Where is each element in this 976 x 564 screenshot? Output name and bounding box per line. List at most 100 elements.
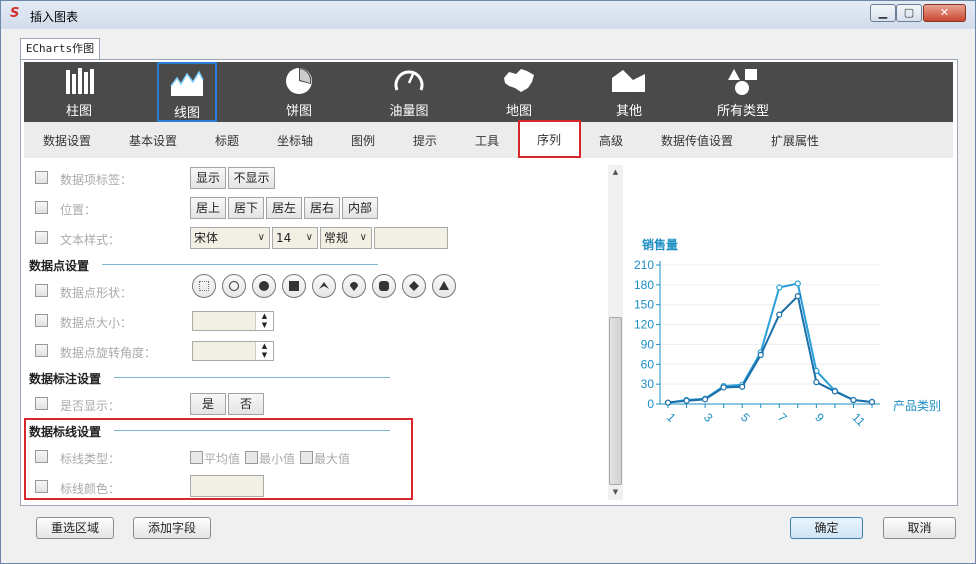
point-rotate-checkbox[interactable]: [35, 344, 48, 357]
point-shape-checkbox[interactable]: [35, 284, 48, 297]
circle-icon: [259, 281, 269, 291]
chart-type-bar: 柱图 线图 饼图 油量图 地图 其他 所有类型: [24, 62, 953, 122]
point-rotate-stepper[interactable]: ▲ ▼: [192, 341, 274, 361]
tab-title[interactable]: 标题: [215, 132, 239, 149]
maximize-button[interactable]: ▢: [896, 4, 922, 22]
position-bottom-button[interactable]: 居下: [228, 197, 264, 219]
markline-color-picker[interactable]: [190, 475, 264, 497]
shape-triangle-button[interactable]: [432, 274, 456, 298]
no-button[interactable]: 否: [228, 393, 264, 415]
tab-extended[interactable]: 扩展属性: [771, 132, 819, 149]
y-tick-label: 30: [641, 377, 655, 391]
average-checkbox[interactable]: [190, 451, 203, 464]
chart-type-map[interactable]: 地图: [479, 62, 559, 122]
ok-button[interactable]: 确定: [790, 517, 863, 539]
font-select[interactable]: 宋体 ∨: [190, 227, 270, 249]
other-chart-icon: [612, 70, 645, 92]
y-tick-label: 180: [634, 278, 654, 292]
chart-type-line-chart[interactable]: 线图: [157, 62, 217, 122]
shape-rect-button[interactable]: [282, 274, 306, 298]
markline-color-label: 标线颜色：: [60, 482, 121, 496]
data-point: [664, 399, 672, 406]
point-size-stepper[interactable]: ▲ ▼: [192, 311, 274, 331]
chart-type-gauge[interactable]: 油量图: [369, 62, 449, 122]
font-color-picker[interactable]: [374, 227, 448, 249]
text-style-checkbox[interactable]: [35, 231, 48, 244]
tab-advanced[interactable]: 高级: [599, 132, 623, 149]
chart-type-all[interactable]: 所有类型: [698, 62, 788, 122]
cancel-button[interactable]: 取消: [883, 517, 956, 539]
min-checkbox[interactable]: [245, 451, 258, 464]
text-style-label: 文本样式：: [60, 233, 121, 247]
section-title: 数据标注设置: [29, 372, 102, 386]
minimize-button[interactable]: ▁: [870, 4, 896, 22]
shape-roundrect-button[interactable]: [372, 274, 396, 298]
spin-arrows-icon[interactable]: ▲ ▼: [255, 312, 273, 330]
tab-series[interactable]: 序列: [518, 120, 581, 158]
tab-basic-settings[interactable]: 基本设置: [129, 132, 177, 149]
chart-type-label: 其他: [615, 104, 642, 119]
show-button[interactable]: 显示: [190, 167, 226, 189]
shape-pin-button[interactable]: [342, 274, 366, 298]
rounded-square-icon: [379, 281, 389, 291]
data-point: [720, 384, 727, 391]
x-tick-label: 5: [738, 410, 753, 425]
scroll-down-icon[interactable]: ▼: [608, 488, 623, 500]
y-tick-label: 60: [641, 357, 655, 371]
font-size-select[interactable]: 14 ∨: [272, 227, 318, 249]
shape-diamond-button[interactable]: [402, 274, 426, 298]
data-label-label: 数据项标签：: [60, 173, 133, 187]
font-weight-select[interactable]: 常规 ∨: [320, 227, 372, 249]
position-left-button[interactable]: 居左: [266, 197, 302, 219]
scroll-up-icon[interactable]: ▲: [608, 168, 623, 180]
font-size-value: 14: [276, 231, 292, 245]
close-button[interactable]: ✕: [923, 4, 966, 22]
max-label: 最大值: [314, 452, 351, 466]
chevron-down-icon: ∨: [257, 232, 265, 243]
bar-chart-icon: [66, 68, 94, 94]
mark-show-checkbox[interactable]: [35, 397, 48, 410]
spin-arrows-icon[interactable]: ▲ ▼: [255, 342, 273, 360]
point-size-checkbox[interactable]: [35, 314, 48, 327]
data-point: [813, 379, 820, 386]
dotted-square-icon: [199, 281, 209, 291]
line-chart-icon: [170, 70, 204, 96]
tab-tooltip[interactable]: 提示: [413, 132, 437, 149]
chart-type-label: 地图: [505, 104, 532, 119]
mark-show-label: 是否显示：: [60, 399, 121, 413]
map-icon: [504, 69, 534, 92]
add-field-button[interactable]: 添加字段: [133, 517, 211, 539]
tab-data-passing[interactable]: 数据传值设置: [661, 132, 733, 149]
data-point: [794, 293, 801, 300]
reselect-area-button[interactable]: 重选区域: [36, 517, 114, 539]
point-shape-label: 数据点形状：: [60, 286, 133, 300]
markline-color-checkbox[interactable]: [35, 480, 48, 493]
hide-button[interactable]: 不显示: [228, 167, 275, 189]
square-icon: [289, 281, 299, 291]
shape-circle-button[interactable]: [252, 274, 276, 298]
tab-data-settings[interactable]: 数据设置: [43, 132, 91, 149]
tab-legend[interactable]: 图例: [351, 132, 375, 149]
chart-type-other[interactable]: 其他: [589, 62, 669, 122]
markline-type-checkbox[interactable]: [35, 450, 48, 463]
tab-axis[interactable]: 坐标轴: [277, 132, 313, 149]
position-checkbox[interactable]: [35, 201, 48, 214]
data-label-checkbox[interactable]: [35, 171, 48, 184]
data-point: [868, 398, 876, 406]
position-inside-button[interactable]: 内部: [342, 197, 378, 219]
line-chart: 0 30 60 90 120 150 180 210 1 3 5 7 9 11: [634, 258, 880, 429]
tab-echarts[interactable]: ECharts作图: [20, 38, 100, 60]
shape-empty-button[interactable]: [192, 274, 216, 298]
scroll-thumb[interactable]: [609, 317, 622, 485]
position-top-button[interactable]: 居上: [190, 197, 226, 219]
shape-arrow-button[interactable]: [312, 274, 336, 298]
form-scrollbar[interactable]: ▲ ▼: [608, 165, 623, 500]
chart-type-pie-chart[interactable]: 饼图: [259, 62, 339, 122]
shape-empty-circle-button[interactable]: [222, 274, 246, 298]
yes-button[interactable]: 是: [190, 393, 226, 415]
chart-type-bar-chart[interactable]: 柱图: [39, 62, 119, 122]
max-checkbox[interactable]: [300, 451, 313, 464]
data-point: [683, 397, 690, 404]
position-right-button[interactable]: 居右: [304, 197, 340, 219]
tab-tools[interactable]: 工具: [475, 132, 499, 149]
